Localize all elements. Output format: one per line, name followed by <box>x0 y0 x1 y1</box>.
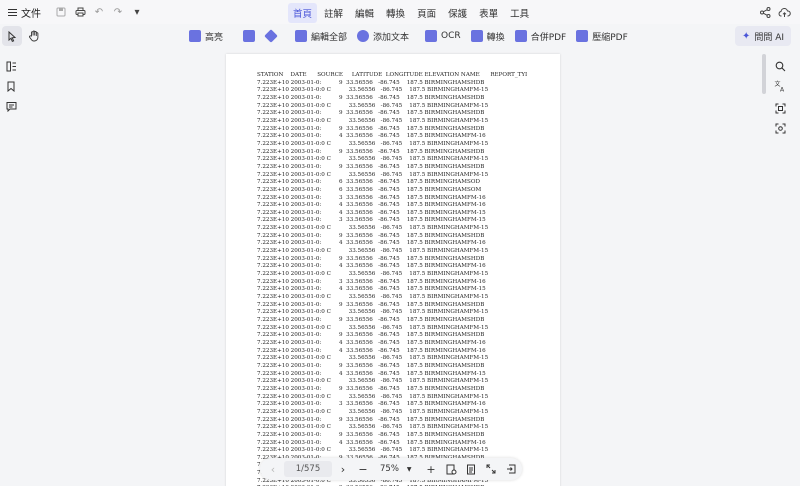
zoom-value: 75% <box>380 464 399 474</box>
comments-panel-icon[interactable] <box>4 99 18 113</box>
ocr-label: OCR <box>441 31 461 41</box>
scan-icon[interactable] <box>772 100 788 116</box>
add-text-icon <box>357 30 370 42</box>
compress-pdf-button[interactable]: 壓縮PDF <box>571 26 633 46</box>
menu-page[interactable]: 頁面 <box>412 3 441 23</box>
merge-pdf-icon <box>514 30 527 42</box>
add-text-label: 添加文本 <box>373 32 410 43</box>
eraser-button[interactable] <box>260 26 282 46</box>
merge-pdf-label: 合併PDF <box>530 32 567 43</box>
svg-text:A: A <box>780 87 785 93</box>
thumbnails-panel-icon[interactable] <box>4 59 18 73</box>
fit-page-icon[interactable] <box>444 460 458 478</box>
share-icon[interactable] <box>757 4 773 20</box>
compress-pdf-label: 壓縮PDF <box>592 32 628 43</box>
edit-all-icon <box>295 30 308 42</box>
menu-convert[interactable]: 轉換 <box>381 3 410 23</box>
search-icon[interactable] <box>772 58 788 74</box>
document-page: STATION DATE SOURCE LATITUDE LONGITUDE E… <box>226 54 560 486</box>
previous-page-icon[interactable]: ‹ <box>266 460 280 478</box>
single-page-view-icon[interactable] <box>464 460 478 478</box>
cloud-upload-icon[interactable] <box>776 4 792 20</box>
bookmark-panel-icon[interactable] <box>4 79 18 93</box>
menu-edit[interactable]: 編輯 <box>350 3 379 23</box>
file-menu-button[interactable]: 文件 <box>4 2 45 22</box>
zoom-level[interactable]: 75% ▼ <box>380 461 412 477</box>
main-menu: 首頁 註解 編輯 轉換 頁面 保護 表單 工具 <box>288 3 534 23</box>
compress-pdf-icon <box>576 30 589 42</box>
redo-icon[interactable]: ↷ <box>110 4 126 20</box>
convert-button[interactable]: 轉換 <box>466 26 510 46</box>
eraser-icon <box>264 29 278 43</box>
translate-icon[interactable]: 文A <box>772 78 788 94</box>
ocr-button[interactable]: OCR <box>420 26 466 46</box>
ocr-icon <box>425 30 438 42</box>
toolbar: 高亮 編輯全部 添加文本 OCR 轉換 合併PDF 壓縮PDF ✦ 問問 AI <box>0 24 800 48</box>
highlight-label: 高亮 <box>205 32 224 43</box>
file-menu-label: 文件 <box>21 8 41 20</box>
next-page-icon[interactable]: › <box>336 460 350 478</box>
undo-icon[interactable]: ↶ <box>91 4 107 20</box>
hamburger-icon <box>8 8 17 16</box>
menu-annotate[interactable]: 註解 <box>319 3 348 23</box>
select-tool-icon[interactable] <box>2 26 22 46</box>
menu-tools[interactable]: 工具 <box>505 3 534 23</box>
menu-form[interactable]: 表單 <box>474 3 503 23</box>
page-number-input[interactable]: 1/575 <box>284 461 332 477</box>
hand-tool-icon[interactable] <box>24 26 44 46</box>
zoom-dropdown-icon[interactable]: ▼ <box>407 466 412 473</box>
convert-label: 轉換 <box>486 32 505 43</box>
edit-all-label: 編輯全部 <box>311 32 348 43</box>
underline-pen-button[interactable] <box>238 26 260 46</box>
exit-view-icon[interactable] <box>504 460 518 478</box>
highlight-button[interactable]: 高亮 <box>184 26 228 46</box>
add-text-button[interactable]: 添加文本 <box>352 26 414 46</box>
zoom-in-icon[interactable]: + <box>424 460 438 478</box>
screen-capture-icon[interactable] <box>772 120 788 136</box>
quick-access-bar: ↶ ↷ ▾ <box>53 4 145 20</box>
edit-all-button[interactable]: 編輯全部 <box>290 26 352 46</box>
zoom-out-icon[interactable]: − <box>356 460 370 478</box>
merge-pdf-button[interactable]: 合併PDF <box>510 26 572 46</box>
print-icon[interactable] <box>72 4 88 20</box>
underline-pen-icon <box>243 30 256 42</box>
page-navigation-bar: ‹ 1/575 › − 75% ▼ + <box>260 458 522 480</box>
menu-bar: 文件 ↶ ↷ ▾ 首頁 註解 編輯 轉換 頁面 保護 表單 工具 <box>0 0 800 24</box>
document-viewport[interactable]: STATION DATE SOURCE LATITUDE LONGITUDE E… <box>22 48 766 486</box>
document-text: STATION DATE SOURCE LATITUDE LONGITUDE E… <box>257 72 528 486</box>
save-icon[interactable] <box>53 4 69 20</box>
menu-protect[interactable]: 保護 <box>443 3 472 23</box>
ai-sparkle-icon: ✦ <box>741 30 751 42</box>
ask-ai-button[interactable]: ✦ 問問 AI <box>735 26 791 46</box>
convert-icon <box>470 30 483 42</box>
vertical-scrollbar[interactable] <box>762 54 766 94</box>
tool-group: 高亮 編輯全部 添加文本 OCR 轉換 合併PDF 壓縮PDF <box>184 26 633 46</box>
fullscreen-icon[interactable] <box>484 460 498 478</box>
customize-dropdown-icon[interactable]: ▾ <box>129 4 145 20</box>
highlight-icon <box>189 30 201 42</box>
ask-ai-label: 問問 AI <box>754 32 785 43</box>
menu-home[interactable]: 首頁 <box>288 3 318 23</box>
